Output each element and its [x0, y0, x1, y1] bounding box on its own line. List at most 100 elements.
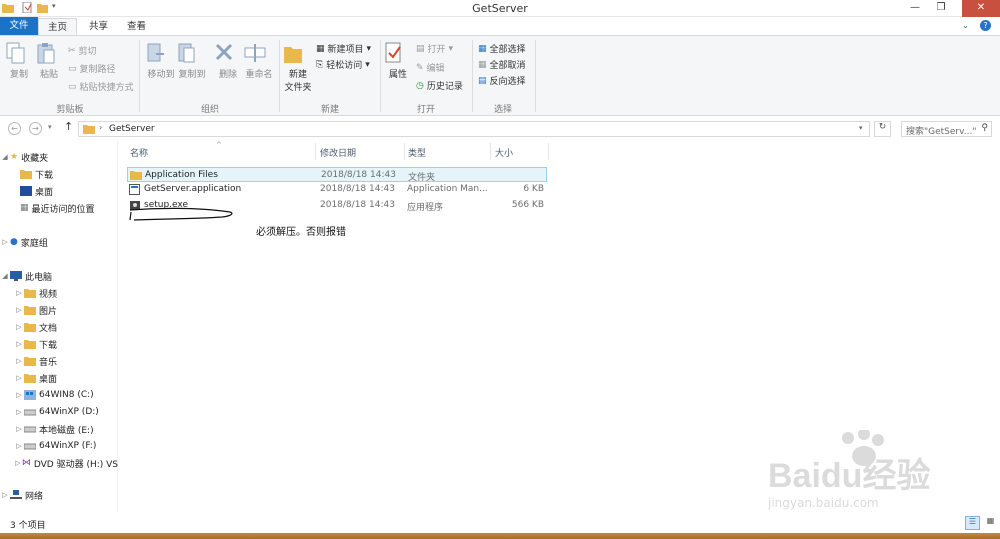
nav-drive-e[interactable]: ▷ 本地磁盘 (E:) — [14, 421, 93, 437]
breadcrumb-item[interactable]: GetServer — [109, 124, 155, 134]
column-header-type[interactable]: 类型 — [408, 146, 426, 159]
collapse-ribbon-icon[interactable]: ⌄ — [962, 21, 969, 30]
nav-drive-c[interactable]: ▷ 64WIN8 (C:) — [14, 387, 94, 403]
edit-button[interactable]: ✎ 编辑 — [416, 61, 445, 75]
up-icon[interactable]: ↑ — [64, 120, 73, 133]
maximize-button[interactable]: ❐ — [930, 0, 952, 17]
copy-label: 复制 — [9, 70, 28, 80]
close-button[interactable]: ✕ — [962, 0, 1000, 17]
new-folder-icon — [283, 42, 313, 64]
column-divider[interactable] — [404, 143, 405, 160]
refresh-icon[interactable]: ↻ — [874, 121, 891, 137]
easy-access-icon: ⎘ — [316, 59, 324, 70]
nav-label: 桌面 — [35, 187, 54, 198]
minimize-button[interactable]: — — [904, 0, 926, 17]
nav-desktop-pc[interactable]: ▷ 桌面 — [14, 370, 57, 386]
file-name: Application Files — [145, 170, 218, 180]
nav-documents[interactable]: ▷ 文档 — [14, 319, 57, 335]
move-to-button[interactable]: 移动到 — [146, 42, 176, 80]
nav-this-pc[interactable]: ◢ 此电脑 — [0, 268, 52, 284]
copy-path-icon: ▭ — [68, 63, 77, 74]
address-dropdown-icon[interactable]: ▾ — [859, 124, 863, 132]
large-icons-view-icon[interactable]: ▦ — [983, 516, 998, 530]
select-all-button[interactable]: ▦ 全部选择 — [478, 42, 526, 56]
expand-arrow-icon[interactable]: ▷ — [14, 442, 24, 450]
recent-locations-icon[interactable]: ▾ — [48, 123, 52, 131]
expand-arrow-icon[interactable]: ▷ — [0, 238, 10, 246]
expand-arrow-icon[interactable]: ▷ — [14, 306, 24, 314]
visual-studio-icon: ⋈ — [21, 458, 31, 468]
back-icon[interactable]: ← — [8, 122, 21, 135]
column-divider[interactable] — [315, 143, 316, 160]
nav-downloads-pc[interactable]: ▷ 下载 — [14, 336, 57, 352]
column-header-size[interactable]: 大小 — [495, 146, 513, 159]
tab-share[interactable]: 共享 — [80, 18, 117, 35]
new-item-button[interactable]: ▦ 新建项目 ▾ — [316, 42, 371, 56]
expand-arrow-icon[interactable]: ▷ — [14, 391, 24, 399]
expand-arrow-icon[interactable]: ▷ — [14, 357, 24, 365]
properties-button[interactable]: 属性 — [385, 42, 411, 80]
expand-arrow-icon[interactable]: ▷ — [14, 323, 24, 331]
watermark-url: jingyan.baidu.com — [768, 496, 879, 510]
nav-network[interactable]: ▷ 网络 — [0, 487, 43, 503]
nav-drive-d[interactable]: ▷ 64WinXP (D:) — [14, 404, 99, 420]
star-icon: ★ — [10, 152, 19, 162]
expand-arrow-icon[interactable]: ▷ — [14, 425, 24, 433]
column-divider[interactable] — [548, 143, 549, 160]
expand-arrow-icon[interactable]: ◢ — [0, 153, 10, 161]
folder-icon — [130, 170, 142, 180]
file-row[interactable]: Application Files 2018/8/18 14:43 文件夹 — [127, 167, 547, 183]
tab-file[interactable]: 文件 — [0, 17, 38, 35]
nav-drive-h[interactable]: ▷ ⋈ DVD 驱动器 (H:) VS — [14, 455, 118, 471]
expand-arrow-icon[interactable]: ◢ — [0, 272, 10, 280]
nav-homegroup[interactable]: ▷ ● 家庭组 — [0, 234, 48, 250]
tab-view[interactable]: 查看 — [118, 18, 155, 35]
column-divider[interactable] — [490, 143, 491, 160]
breadcrumb-separator-icon: › — [99, 123, 103, 132]
expand-arrow-icon[interactable]: ▷ — [14, 374, 24, 382]
expand-arrow-icon[interactable]: ▷ — [14, 289, 24, 297]
recent-places-icon: ▦ — [20, 203, 29, 213]
nav-pictures[interactable]: ▷ 图片 — [14, 302, 57, 318]
expand-arrow-icon[interactable]: ▷ — [0, 491, 10, 499]
nav-videos[interactable]: ▷ 视频 — [14, 285, 57, 301]
paste-button[interactable]: 粘贴 — [36, 42, 62, 80]
file-row[interactable]: GetServer.application 2018/8/18 14:43 Ap… — [127, 182, 547, 197]
nav-desktop[interactable]: 桌面 — [20, 183, 53, 199]
forward-icon[interactable]: → — [29, 122, 42, 135]
nav-drive-f[interactable]: ▷ 64WinXP (F:) — [14, 438, 96, 454]
hard-drive-icon — [24, 424, 36, 434]
cut-button[interactable]: ✂ 剪切 — [68, 44, 97, 58]
column-header-name[interactable]: 名称 — [130, 146, 148, 159]
nav-favorites[interactable]: ◢ ★ 收藏夹 — [0, 149, 48, 165]
new-item-icon: ▦ — [316, 43, 325, 54]
expand-arrow-icon[interactable]: ▷ — [14, 459, 22, 467]
details-view-icon[interactable]: ☰ — [965, 516, 980, 530]
address-bar[interactable]: › GetServer ▾ — [78, 121, 870, 137]
copy-to-button[interactable]: 复制到 — [177, 42, 207, 80]
expand-arrow-icon[interactable]: ▷ — [14, 408, 24, 416]
nav-recent-places[interactable]: ▦ 最近访问的位置 — [20, 200, 95, 216]
folder-icon — [83, 124, 95, 134]
paste-shortcut-label: 粘贴快捷方式 — [79, 83, 134, 93]
open-button[interactable]: ▤ 打开 ▾ — [416, 42, 453, 56]
sort-arrow-icon: ^ — [216, 141, 222, 149]
easy-access-button[interactable]: ⎘ 轻松访问 ▾ — [316, 58, 370, 72]
nav-downloads[interactable]: 下载 — [20, 166, 53, 182]
column-header-date[interactable]: 修改日期 — [320, 146, 356, 159]
select-none-button[interactable]: ▦ 全部取消 — [478, 58, 526, 72]
help-icon[interactable]: ? — [980, 20, 991, 31]
rename-button[interactable]: 重命名 — [244, 42, 274, 80]
new-folder-button[interactable]: 新建 文件夹 — [283, 42, 313, 93]
nav-music[interactable]: ▷ 音乐 — [14, 353, 57, 369]
invert-selection-button[interactable]: ▤ 反向选择 — [478, 74, 526, 88]
copy-button[interactable]: 复制 — [6, 42, 32, 80]
copy-path-button[interactable]: ▭ 复制路径 — [68, 62, 116, 76]
history-button[interactable]: ◷ 历史记录 — [416, 79, 463, 93]
expand-arrow-icon[interactable]: ▷ — [14, 340, 24, 348]
search-box[interactable]: 搜索"GetServ..." ⚲ — [901, 121, 992, 137]
tab-home[interactable]: 主页 — [38, 18, 78, 35]
paste-shortcut-button[interactable]: ▭ 粘贴快捷方式 — [68, 80, 134, 94]
delete-button[interactable]: 删除 — [214, 42, 242, 80]
nav-label: 下载 — [35, 170, 54, 181]
